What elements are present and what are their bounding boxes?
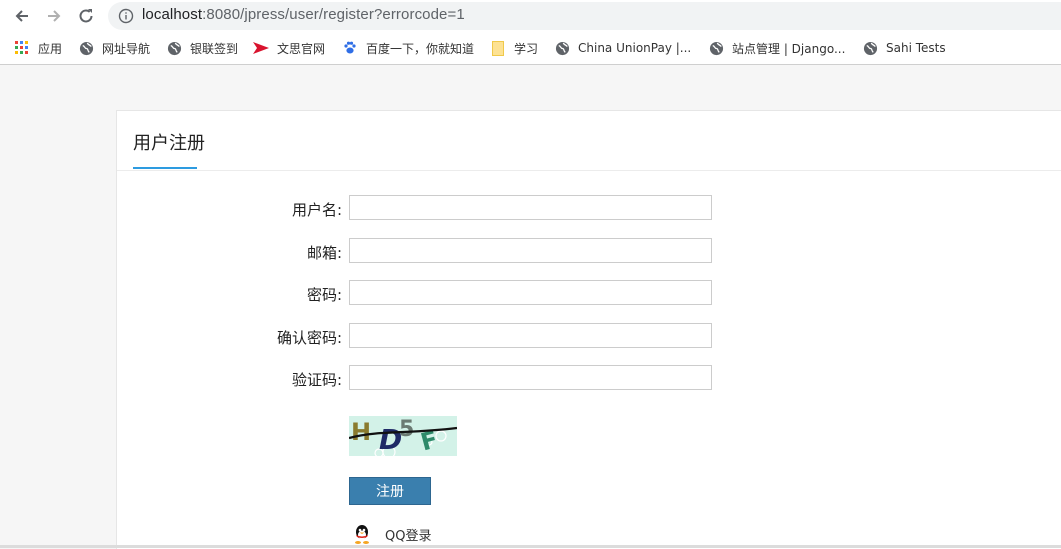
bookmark-label: 百度一下，你就知道 — [366, 41, 475, 56]
bookmark-label: 银联签到 — [190, 41, 239, 56]
bookmark-label: 应用 — [38, 41, 63, 56]
url-path: :8080/jpress/user/register?errorcode=1 — [202, 6, 465, 23]
captcha-input[interactable] — [349, 365, 712, 390]
back-arrow-icon — [15, 10, 28, 22]
password-label: 密码: — [306, 286, 342, 304]
globe-icon — [862, 40, 878, 56]
bookmark-label: 网址导航 — [102, 41, 151, 56]
bookmark-china-unionpay[interactable]: China UnionPay |... — [554, 39, 691, 57]
captcha-char: 5 — [399, 417, 414, 442]
confirm-password-input[interactable] — [349, 323, 712, 348]
qq-login-label: QQ登录 — [385, 528, 432, 544]
apps-grid-icon — [14, 40, 30, 56]
email-input[interactable] — [349, 238, 712, 263]
forward-arrow-icon — [48, 10, 61, 22]
title-divider — [117, 170, 1061, 171]
forward-button[interactable] — [42, 4, 66, 28]
captcha-char: H — [351, 418, 371, 446]
url-text: localhost:8080/jpress/user/register?erro… — [142, 6, 465, 23]
red-flag-icon — [253, 40, 269, 56]
bookmark-label: Sahi Tests — [886, 41, 946, 55]
email-row: 邮箱: — [117, 238, 1061, 266]
back-button[interactable] — [10, 4, 34, 28]
globe-icon — [78, 40, 94, 56]
title-underline — [133, 167, 197, 169]
address-bar[interactable]: localhost:8080/jpress/user/register?erro… — [108, 2, 1061, 30]
bookmark-apps[interactable]: 应用 — [14, 39, 62, 57]
baidu-paw-icon — [342, 40, 358, 56]
username-label: 用户名: — [291, 201, 342, 219]
browser-toolbar: localhost:8080/jpress/user/register?erro… — [0, 0, 1061, 32]
qq-penguin-icon — [355, 525, 369, 544]
bookmark-label: 站点管理 | Django... — [732, 41, 846, 56]
register-panel: 用户注册 用户名: 邮箱: 密码: 确认密码: 验证码: H D 5 F 注册 — [116, 110, 1061, 549]
captcha-row: 验证码: — [117, 365, 1061, 393]
reload-icon — [79, 9, 93, 23]
qq-login-link[interactable]: QQ登录 — [351, 523, 431, 545]
info-icon[interactable] — [118, 8, 134, 28]
username-row: 用户名: — [117, 195, 1061, 223]
globe-icon — [554, 40, 570, 56]
url-host: localhost — [142, 6, 203, 23]
globe-icon — [166, 40, 182, 56]
bookmark-nav[interactable]: 网址导航 — [78, 39, 150, 57]
bookmark-baidu[interactable]: 百度一下，你就知道 — [342, 39, 474, 57]
globe-icon — [708, 40, 724, 56]
bookmark-wensi[interactable]: 文思官网 — [253, 39, 325, 57]
reload-button[interactable] — [74, 4, 98, 28]
email-label: 邮箱: — [306, 244, 342, 262]
password-row: 密码: — [117, 280, 1061, 308]
confirm-password-row: 确认密码: — [117, 323, 1061, 351]
page-title: 用户注册 — [133, 133, 205, 154]
bookmark-django-admin[interactable]: 站点管理 | Django... — [708, 39, 845, 57]
bookmark-sahi-tests[interactable]: Sahi Tests — [862, 39, 946, 57]
bookmark-label: 文思官网 — [277, 41, 326, 56]
captcha-label: 验证码: — [291, 371, 342, 389]
bookmark-unionpay-signin[interactable]: 银联签到 — [166, 39, 238, 57]
captcha-image[interactable]: H D 5 F — [349, 416, 457, 456]
bookmark-folder-study[interactable]: 学习 — [490, 39, 538, 57]
confirm-password-label: 确认密码: — [276, 329, 342, 347]
folder-icon — [490, 40, 506, 56]
password-input[interactable] — [349, 280, 712, 305]
username-input[interactable] — [349, 195, 712, 220]
register-button[interactable]: 注册 — [349, 477, 431, 505]
bookmarks-bar: 应用 网址导航 银联签到 文思官网 百度一下，你就知道 学习 China Uni… — [0, 32, 1061, 65]
bookmark-label: 学习 — [514, 41, 539, 56]
bookmark-label: China UnionPay |... — [578, 41, 692, 55]
